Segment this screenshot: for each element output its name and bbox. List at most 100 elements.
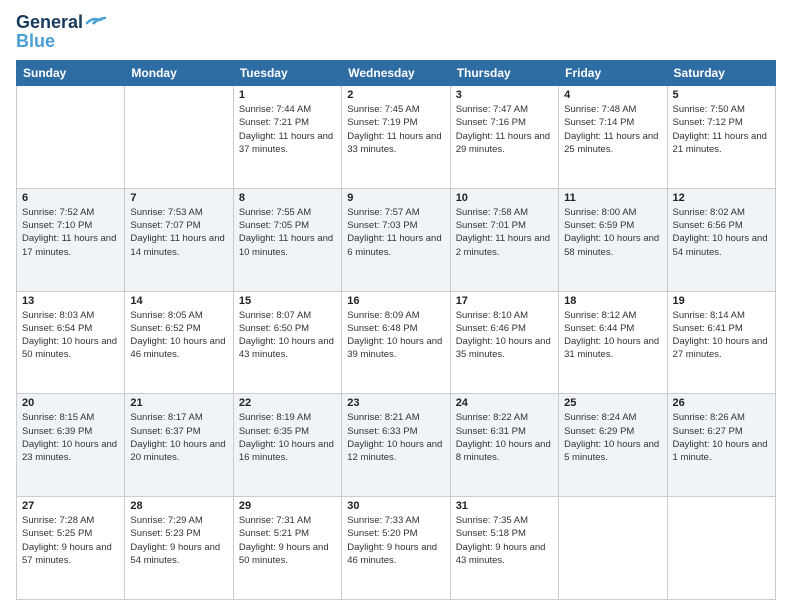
day-info: Sunrise: 7:47 AMSunset: 7:16 PMDaylight:… bbox=[456, 103, 553, 156]
day-number: 30 bbox=[347, 500, 444, 512]
day-info: Sunrise: 8:24 AMSunset: 6:29 PMDaylight:… bbox=[564, 411, 661, 464]
calendar-table: SundayMondayTuesdayWednesdayThursdayFrid… bbox=[16, 60, 776, 600]
day-number: 17 bbox=[456, 295, 553, 307]
weekday-header: Saturday bbox=[667, 61, 775, 86]
day-number: 6 bbox=[22, 192, 119, 204]
day-info: Sunrise: 7:29 AMSunset: 5:23 PMDaylight:… bbox=[130, 514, 227, 567]
calendar-day-cell: 3 Sunrise: 7:47 AMSunset: 7:16 PMDaylight… bbox=[450, 86, 558, 189]
logo-blue: Blue bbox=[16, 31, 55, 52]
day-info: Sunrise: 8:21 AMSunset: 6:33 PMDaylight:… bbox=[347, 411, 444, 464]
calendar-week-row: 6 Sunrise: 7:52 AMSunset: 7:10 PMDaylight… bbox=[17, 188, 776, 291]
calendar-header-row: SundayMondayTuesdayWednesdayThursdayFrid… bbox=[17, 61, 776, 86]
day-info: Sunrise: 8:14 AMSunset: 6:41 PMDaylight:… bbox=[673, 309, 770, 362]
calendar-day-cell: 12 Sunrise: 8:02 AMSunset: 6:56 PMDayligh… bbox=[667, 188, 775, 291]
weekday-header: Monday bbox=[125, 61, 233, 86]
calendar-day-cell bbox=[125, 86, 233, 189]
day-info: Sunrise: 7:58 AMSunset: 7:01 PMDaylight:… bbox=[456, 206, 553, 259]
day-number: 3 bbox=[456, 89, 553, 101]
calendar-day-cell: 20 Sunrise: 8:15 AMSunset: 6:39 PMDayligh… bbox=[17, 394, 125, 497]
weekday-header: Sunday bbox=[17, 61, 125, 86]
calendar-day-cell bbox=[17, 86, 125, 189]
day-number: 10 bbox=[456, 192, 553, 204]
day-info: Sunrise: 7:52 AMSunset: 7:10 PMDaylight:… bbox=[22, 206, 119, 259]
calendar-day-cell: 24 Sunrise: 8:22 AMSunset: 6:31 PMDayligh… bbox=[450, 394, 558, 497]
calendar-day-cell: 16Sunrise: 8:09 AMSunset: 6:48 PMDayligh… bbox=[342, 291, 450, 394]
calendar-day-cell: 29Sunrise: 7:31 AMSunset: 5:21 PMDayligh… bbox=[233, 497, 341, 600]
calendar-day-cell: 5 Sunrise: 7:50 AMSunset: 7:12 PMDaylight… bbox=[667, 86, 775, 189]
weekday-header: Wednesday bbox=[342, 61, 450, 86]
day-number: 20 bbox=[22, 397, 119, 409]
day-info: Sunrise: 8:03 AMSunset: 6:54 PMDaylight:… bbox=[22, 309, 119, 362]
logo: General Blue bbox=[16, 12, 107, 52]
day-number: 8 bbox=[239, 192, 336, 204]
day-number: 18 bbox=[564, 295, 661, 307]
calendar-day-cell: 27Sunrise: 7:28 AMSunset: 5:25 PMDayligh… bbox=[17, 497, 125, 600]
calendar-day-cell: 14 Sunrise: 8:05 AMSunset: 6:52 PMDayligh… bbox=[125, 291, 233, 394]
day-number: 9 bbox=[347, 192, 444, 204]
day-info: Sunrise: 8:02 AMSunset: 6:56 PMDaylight:… bbox=[673, 206, 770, 259]
calendar-day-cell: 9 Sunrise: 7:57 AMSunset: 7:03 PMDaylight… bbox=[342, 188, 450, 291]
calendar-day-cell: 26Sunrise: 8:26 AMSunset: 6:27 PMDayligh… bbox=[667, 394, 775, 497]
calendar-day-cell: 21 Sunrise: 8:17 AMSunset: 6:37 PMDayligh… bbox=[125, 394, 233, 497]
day-number: 21 bbox=[130, 397, 227, 409]
weekday-header: Thursday bbox=[450, 61, 558, 86]
day-number: 16 bbox=[347, 295, 444, 307]
day-number: 28 bbox=[130, 500, 227, 512]
calendar-day-cell: 4 Sunrise: 7:48 AMSunset: 7:14 PMDaylight… bbox=[559, 86, 667, 189]
day-number: 13 bbox=[22, 295, 119, 307]
day-info: Sunrise: 7:53 AMSunset: 7:07 PMDaylight:… bbox=[130, 206, 227, 259]
calendar-day-cell: 31Sunrise: 7:35 AMSunset: 5:18 PMDayligh… bbox=[450, 497, 558, 600]
calendar-day-cell: 17Sunrise: 8:10 AMSunset: 6:46 PMDayligh… bbox=[450, 291, 558, 394]
logo-bird-icon bbox=[85, 15, 107, 31]
calendar-day-cell: 7 Sunrise: 7:53 AMSunset: 7:07 PMDaylight… bbox=[125, 188, 233, 291]
day-number: 23 bbox=[347, 397, 444, 409]
day-info: Sunrise: 7:44 AMSunset: 7:21 PMDaylight:… bbox=[239, 103, 336, 156]
calendar-day-cell: 30 Sunrise: 7:33 AMSunset: 5:20 PMDayligh… bbox=[342, 497, 450, 600]
day-info: Sunrise: 7:57 AMSunset: 7:03 PMDaylight:… bbox=[347, 206, 444, 259]
day-number: 1 bbox=[239, 89, 336, 101]
day-info: Sunrise: 8:22 AMSunset: 6:31 PMDaylight:… bbox=[456, 411, 553, 464]
calendar-day-cell: 2Sunrise: 7:45 AMSunset: 7:19 PMDaylight… bbox=[342, 86, 450, 189]
day-number: 31 bbox=[456, 500, 553, 512]
day-info: Sunrise: 7:31 AMSunset: 5:21 PMDaylight:… bbox=[239, 514, 336, 567]
calendar-week-row: 13 Sunrise: 8:03 AMSunset: 6:54 PMDayligh… bbox=[17, 291, 776, 394]
weekday-header: Friday bbox=[559, 61, 667, 86]
calendar-day-cell: 13 Sunrise: 8:03 AMSunset: 6:54 PMDayligh… bbox=[17, 291, 125, 394]
day-info: Sunrise: 7:48 AMSunset: 7:14 PMDaylight:… bbox=[564, 103, 661, 156]
day-info: Sunrise: 7:33 AMSunset: 5:20 PMDaylight:… bbox=[347, 514, 444, 567]
calendar-day-cell: 22Sunrise: 8:19 AMSunset: 6:35 PMDayligh… bbox=[233, 394, 341, 497]
day-number: 11 bbox=[564, 192, 661, 204]
day-info: Sunrise: 8:00 AMSunset: 6:59 PMDaylight:… bbox=[564, 206, 661, 259]
day-number: 24 bbox=[456, 397, 553, 409]
weekday-header: Tuesday bbox=[233, 61, 341, 86]
day-info: Sunrise: 8:07 AMSunset: 6:50 PMDaylight:… bbox=[239, 309, 336, 362]
day-info: Sunrise: 8:19 AMSunset: 6:35 PMDaylight:… bbox=[239, 411, 336, 464]
day-number: 7 bbox=[130, 192, 227, 204]
logo-general: General bbox=[16, 12, 83, 33]
day-info: Sunrise: 8:17 AMSunset: 6:37 PMDaylight:… bbox=[130, 411, 227, 464]
calendar-day-cell: 19 Sunrise: 8:14 AMSunset: 6:41 PMDayligh… bbox=[667, 291, 775, 394]
calendar-day-cell: 18 Sunrise: 8:12 AMSunset: 6:44 PMDayligh… bbox=[559, 291, 667, 394]
calendar-day-cell: 28 Sunrise: 7:29 AMSunset: 5:23 PMDayligh… bbox=[125, 497, 233, 600]
day-info: Sunrise: 8:26 AMSunset: 6:27 PMDaylight:… bbox=[673, 411, 770, 464]
day-info: Sunrise: 7:50 AMSunset: 7:12 PMDaylight:… bbox=[673, 103, 770, 156]
calendar-day-cell: 11 Sunrise: 8:00 AMSunset: 6:59 PMDayligh… bbox=[559, 188, 667, 291]
calendar-day-cell: 10 Sunrise: 7:58 AMSunset: 7:01 PMDayligh… bbox=[450, 188, 558, 291]
day-info: Sunrise: 8:15 AMSunset: 6:39 PMDaylight:… bbox=[22, 411, 119, 464]
day-info: Sunrise: 8:12 AMSunset: 6:44 PMDaylight:… bbox=[564, 309, 661, 362]
day-number: 25 bbox=[564, 397, 661, 409]
day-info: Sunrise: 8:05 AMSunset: 6:52 PMDaylight:… bbox=[130, 309, 227, 362]
day-number: 4 bbox=[564, 89, 661, 101]
day-number: 27 bbox=[22, 500, 119, 512]
calendar-day-cell: 8 Sunrise: 7:55 AMSunset: 7:05 PMDaylight… bbox=[233, 188, 341, 291]
calendar-week-row: 1 Sunrise: 7:44 AMSunset: 7:21 PMDaylight… bbox=[17, 86, 776, 189]
day-info: Sunrise: 7:55 AMSunset: 7:05 PMDaylight:… bbox=[239, 206, 336, 259]
calendar-week-row: 20 Sunrise: 8:15 AMSunset: 6:39 PMDayligh… bbox=[17, 394, 776, 497]
day-number: 5 bbox=[673, 89, 770, 101]
day-number: 19 bbox=[673, 295, 770, 307]
day-number: 14 bbox=[130, 295, 227, 307]
calendar-day-cell: 6 Sunrise: 7:52 AMSunset: 7:10 PMDaylight… bbox=[17, 188, 125, 291]
day-number: 12 bbox=[673, 192, 770, 204]
day-info: Sunrise: 7:45 AMSunset: 7:19 PMDaylight:… bbox=[347, 103, 444, 156]
calendar-day-cell bbox=[559, 497, 667, 600]
